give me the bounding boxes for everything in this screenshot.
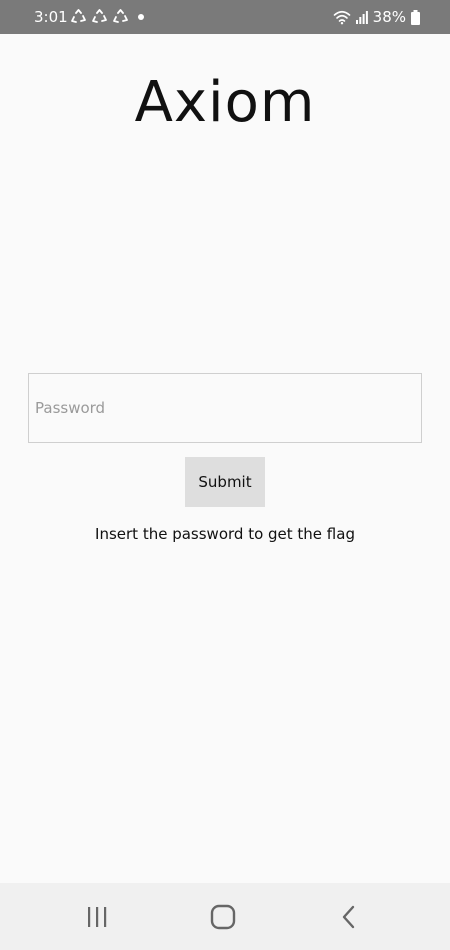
signal-icon (355, 11, 368, 24)
battery-icon (411, 9, 420, 25)
status-bar: 3:01 38% (0, 0, 450, 34)
recents-icon (88, 907, 107, 927)
home-button[interactable] (193, 897, 253, 937)
recents-button[interactable] (67, 897, 127, 937)
navigation-bar (0, 883, 450, 950)
notification-icons (70, 8, 149, 26)
home-icon (210, 904, 236, 930)
wifi-icon (333, 10, 350, 25)
dot-icon (138, 14, 144, 20)
recycle-icon (92, 9, 107, 23)
back-icon (342, 905, 355, 929)
status-right: 38% (333, 8, 420, 26)
instruction-message: Insert the password to get the flag (95, 525, 355, 543)
password-input[interactable] (28, 373, 422, 443)
back-button[interactable] (319, 897, 379, 937)
status-time: 3:01 (34, 8, 68, 26)
battery-percent: 38% (372, 8, 406, 26)
submit-button[interactable]: Submit (185, 457, 265, 507)
app-title: Axiom (134, 70, 316, 135)
recycle-icon (71, 9, 86, 23)
recycle-icon (113, 9, 128, 23)
